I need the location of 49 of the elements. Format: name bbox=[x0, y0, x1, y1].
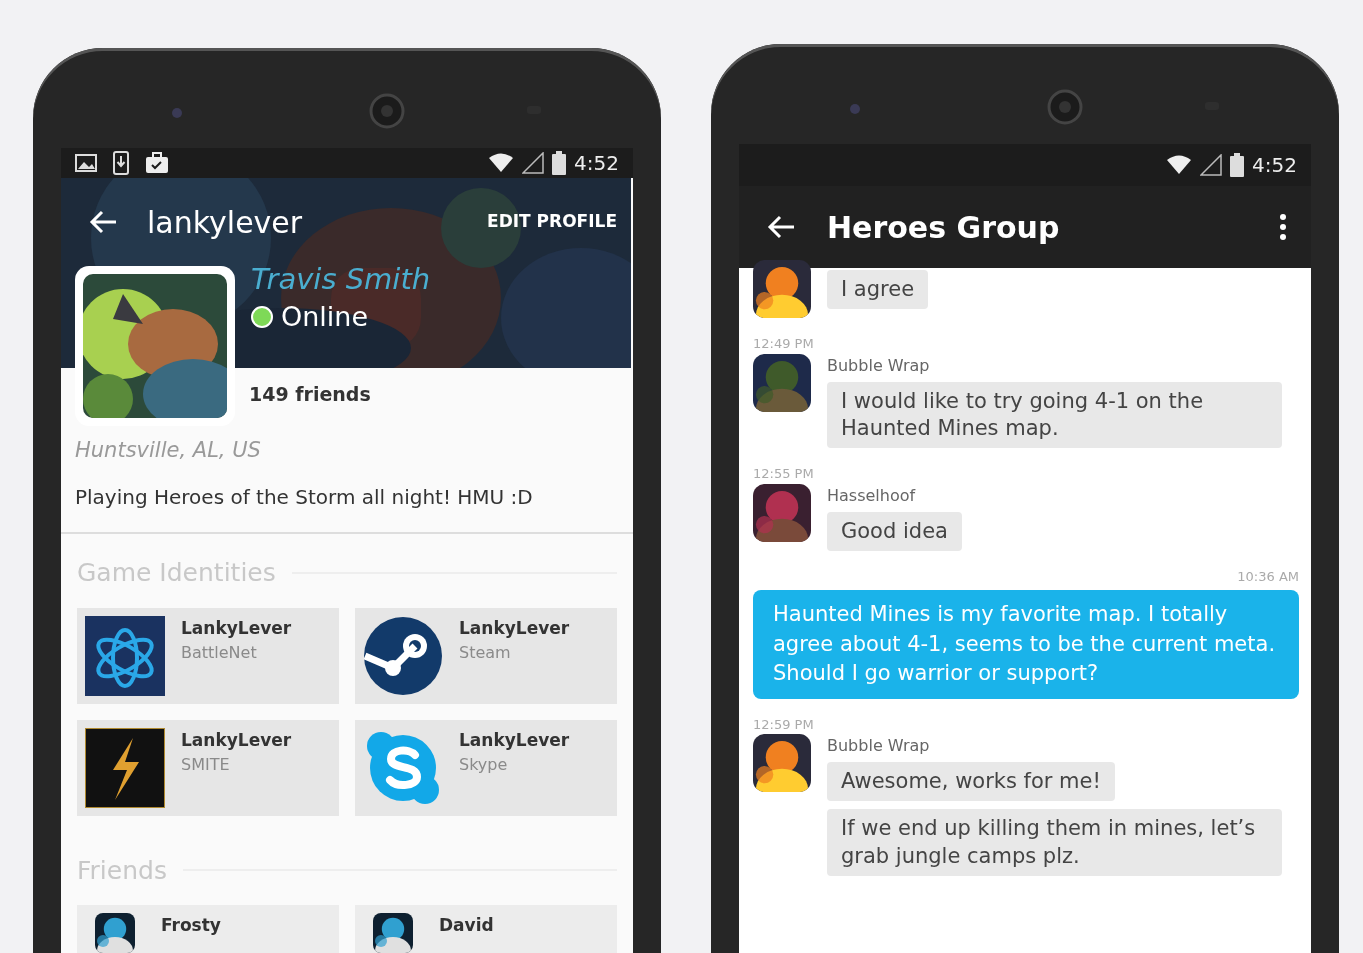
sent-message-bubble: Haunted Mines is my favorite map. I totally agree about 4-1, seems to be the current meta. Should I go warrior or support? bbox=[753, 590, 1299, 699]
identity-name: LankyLever bbox=[181, 728, 292, 752]
image-icon bbox=[75, 153, 97, 173]
download-icon bbox=[113, 151, 129, 175]
timestamp: 12:59 PM bbox=[753, 715, 815, 734]
service-name: SMITE bbox=[181, 754, 231, 776]
signal-icon bbox=[1200, 154, 1223, 176]
more-options-icon[interactable] bbox=[1279, 213, 1287, 241]
identity-name: LankyLever bbox=[459, 616, 570, 640]
clock-text: 4:52 bbox=[574, 150, 619, 177]
battery-icon bbox=[1230, 153, 1245, 177]
identity-card[interactable]: LankyLever Skype bbox=[355, 719, 617, 816]
message-bubble: Good idea bbox=[827, 511, 962, 551]
sender-name: Hasselhoof bbox=[827, 484, 916, 507]
back-arrow-icon[interactable] bbox=[767, 215, 795, 239]
message-bubble: Awesome, works for me! bbox=[827, 762, 1115, 802]
wifi-icon bbox=[488, 153, 515, 173]
message-bubble: I agree bbox=[827, 270, 929, 310]
identity-card[interactable]: LankyLever SMITE bbox=[77, 719, 339, 816]
chat-title: Heroes Group bbox=[827, 208, 1060, 247]
identity-name: LankyLever bbox=[181, 616, 292, 640]
identity-card[interactable]: David bbox=[355, 905, 617, 953]
service-name: Steam bbox=[459, 642, 512, 664]
message-bubble: If we end up killing them in mines, let’s grab jungle camps plz. bbox=[827, 809, 1282, 876]
battery-icon bbox=[552, 151, 567, 175]
identity-card[interactable]: LankyLever BattleNet bbox=[77, 607, 339, 704]
service-name: Skype bbox=[459, 754, 509, 776]
wifi-icon bbox=[1166, 155, 1193, 175]
timestamp: 10:36 AM bbox=[1236, 567, 1300, 586]
identity-card[interactable]: LankyLever Steam bbox=[355, 607, 617, 704]
identity-name: Frosty bbox=[161, 914, 221, 937]
signal-icon bbox=[522, 152, 545, 174]
sender-name: Bubble Wrap bbox=[827, 354, 930, 377]
sender-name: Bubble Wrap bbox=[827, 735, 930, 758]
identity-name: David bbox=[439, 914, 494, 937]
location-text: Huntsville, AL, US bbox=[74, 436, 262, 464]
briefcase-check-icon bbox=[145, 152, 169, 174]
timestamp: 12:49 PM bbox=[753, 335, 815, 353]
friend-count: 149 friends bbox=[248, 382, 372, 407]
round-logo-icon bbox=[363, 615, 443, 696]
timestamp: 12:55 PM bbox=[753, 465, 815, 484]
service-name: BattleNet bbox=[181, 642, 258, 664]
message-bubble: I would like to try going 4-1 on the Haunted Mines map. bbox=[827, 381, 1282, 449]
identity-name: LankyLever bbox=[459, 728, 570, 752]
bio-text: Playing Heroes of the Storm all night! HMU :D bbox=[61, 466, 633, 534]
lightning-icon bbox=[85, 727, 165, 808]
swirl-logo-icon bbox=[85, 615, 165, 696]
identity-card[interactable]: Frosty bbox=[77, 905, 339, 953]
clock-text: 4:52 bbox=[1252, 152, 1297, 179]
